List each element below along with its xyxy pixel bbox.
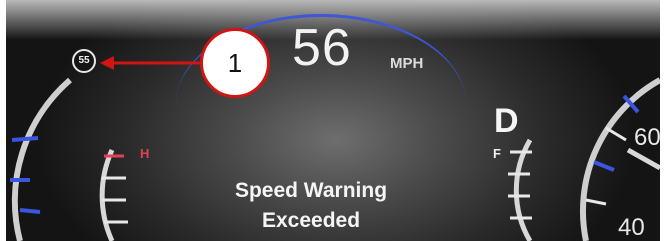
callout-badge: 1 (200, 28, 270, 98)
callout-arrow (100, 56, 202, 70)
image-frame: 60 40 56 MPH 55 D H F Speed Warning Exce… (0, 0, 666, 241)
